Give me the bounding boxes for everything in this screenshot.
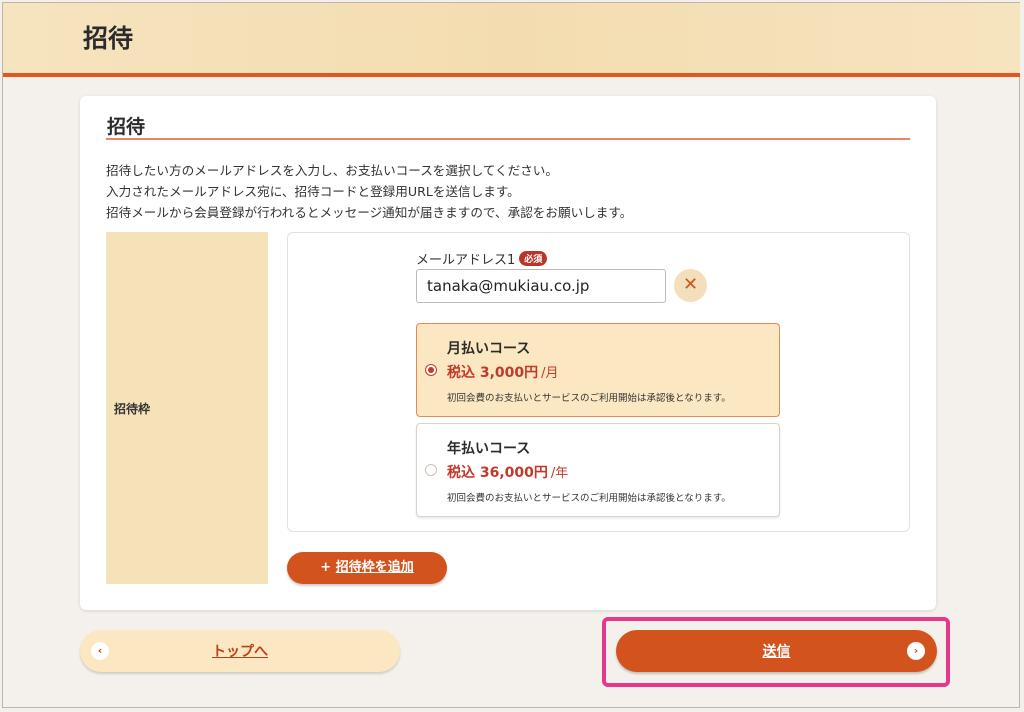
back-to-top-button[interactable]: ‹ トップへ xyxy=(80,630,400,672)
send-button-label: 送信 xyxy=(762,644,791,660)
instruction-line: 招待メールから会員登録が行われるとメッセージ通知が届きますので、承認をお願いしま… xyxy=(106,205,633,220)
instruction-line: 入力されたメールアドレス宛に、招待コードと登録用URLを送信します。 xyxy=(106,184,520,199)
section-divider xyxy=(106,138,910,140)
required-badge: 必須 xyxy=(519,251,548,266)
email-label-text: メールアドレス1 xyxy=(416,253,516,268)
invite-card: 招待 招待したい方のメールアドレスを入力し、お支払いコースを選択してください。 … xyxy=(80,96,936,610)
price-amount: 税込 3,000円 xyxy=(447,365,539,381)
course-price: 税込 3,000円/月 xyxy=(447,362,559,382)
course-note: 初回会費のお支払いとサービスのご利用開始は承認後となります。 xyxy=(447,493,731,504)
price-amount: 税込 36,000円 xyxy=(447,465,548,481)
send-button[interactable]: 送信 › xyxy=(616,630,937,672)
radio-button-selected[interactable] xyxy=(425,364,437,376)
radio-button[interactable] xyxy=(425,464,437,476)
page-header: 招待 xyxy=(3,3,1020,77)
section-title: 招待 xyxy=(107,116,146,138)
page-title: 招待 xyxy=(83,24,134,53)
course-name: 年払いコース xyxy=(447,441,531,457)
course-option-yearly[interactable]: 年払いコース 税込 36,000円/年 初回会費のお支払いとサービスのご利用開始… xyxy=(416,423,780,517)
instruction-line: 招待したい方のメールアドレスを入力し、お支払いコースを選択してください。 xyxy=(106,163,558,178)
course-option-monthly[interactable]: 月払いコース 税込 3,000円/月 初回会費のお支払いとサービスのご利用開始は… xyxy=(416,323,780,417)
clear-email-button[interactable]: ✕ xyxy=(674,269,707,302)
email-field[interactable] xyxy=(416,269,666,303)
course-note: 初回会費のお支払いとサービスのご利用開始は承認後となります。 xyxy=(447,393,731,404)
row-label: 招待枠 xyxy=(114,402,151,416)
course-price: 税込 36,000円/年 xyxy=(447,462,568,482)
instructions: 招待したい方のメールアドレスを入力し、お支払いコースを選択してください。 入力さ… xyxy=(106,160,632,223)
price-unit: /月 xyxy=(541,366,559,381)
email-label: メールアドレス1 必須 xyxy=(416,249,548,268)
course-name: 月払いコース xyxy=(447,341,531,357)
add-button-label: 招待枠を追加 xyxy=(335,560,414,575)
top-button-label: トップへ xyxy=(212,644,268,660)
row-label-cell: 招待枠 xyxy=(106,232,268,584)
price-unit: /年 xyxy=(550,466,569,481)
plus-icon: + xyxy=(320,560,332,575)
chevron-right-icon: › xyxy=(907,642,925,660)
add-invite-slot-button[interactable]: + 招待枠を追加 xyxy=(287,552,447,584)
close-icon: ✕ xyxy=(682,274,699,295)
invite-slot: メールアドレス1必須 ✕ 月払いコース 税込 3,000円/月 初回会費のお支払… xyxy=(287,232,910,532)
